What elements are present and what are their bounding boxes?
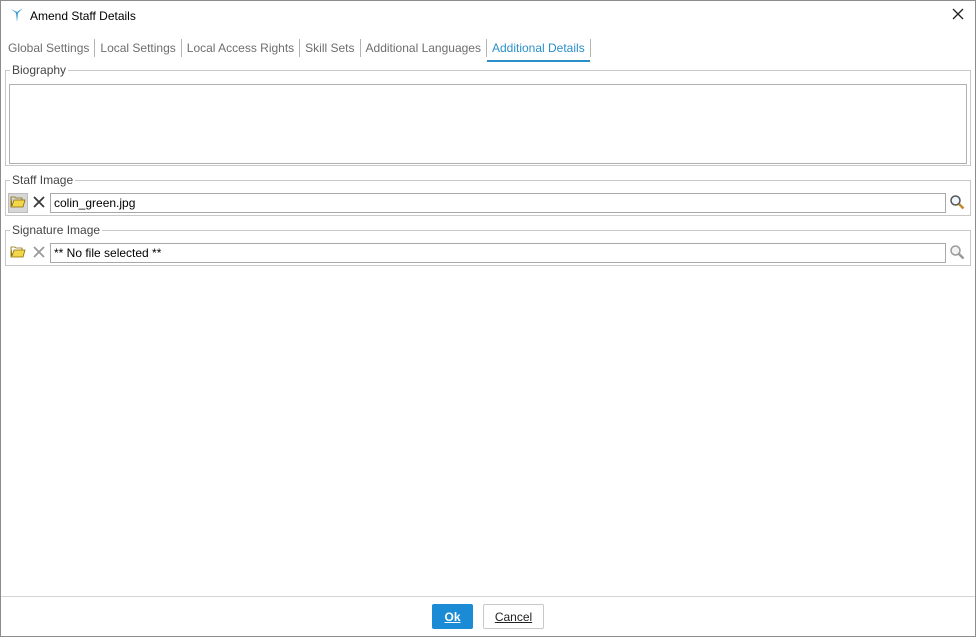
staff-image-preview-button[interactable] [946, 193, 968, 213]
window-title: Amend Staff Details [30, 9, 136, 23]
signature-image-group: Signature Image ** No file selected ** [5, 223, 971, 266]
tab-skill-sets[interactable]: Skill Sets [300, 37, 359, 59]
close-button[interactable] [945, 3, 971, 27]
staff-image-group: Staff Image colin_green.jpg [5, 173, 971, 216]
cancel-button-label: Cancel [494, 609, 533, 624]
tab-local-access-rights[interactable]: Local Access Rights [182, 37, 299, 59]
tab-additional-languages[interactable]: Additional Languages [361, 37, 486, 59]
signature-image-legend: Signature Image [10, 223, 103, 237]
open-folder-icon [10, 195, 26, 212]
search-icon [949, 244, 965, 263]
search-icon [949, 194, 965, 213]
staff-image-browse-button[interactable] [8, 193, 28, 213]
staff-image-row: colin_green.jpg [8, 193, 968, 213]
ok-button[interactable]: Ok [432, 604, 473, 629]
biography-legend: Biography [10, 63, 69, 77]
close-icon [952, 8, 964, 23]
tab-bar: Global Settings Local Settings Local Acc… [1, 35, 975, 62]
biography-textarea[interactable] [9, 84, 967, 164]
staff-image-clear-button[interactable] [29, 193, 49, 213]
signature-image-filename[interactable]: ** No file selected ** [50, 243, 946, 263]
signature-image-preview-button[interactable] [946, 243, 968, 263]
tab-local-settings[interactable]: Local Settings [95, 37, 180, 59]
title-bar: Amend Staff Details [1, 1, 975, 31]
signature-image-browse-button[interactable] [8, 243, 28, 263]
staff-image-legend: Staff Image [10, 173, 76, 187]
tab-separator [589, 39, 591, 57]
cancel-button[interactable]: Cancel [483, 604, 544, 629]
signature-image-clear-button[interactable] [29, 243, 49, 263]
clear-x-icon [32, 245, 46, 262]
signature-image-row: ** No file selected ** [8, 243, 968, 263]
footer-divider [1, 596, 975, 597]
tab-global-settings[interactable]: Global Settings [3, 37, 94, 59]
open-folder-icon [10, 245, 26, 262]
biography-group: Biography [5, 63, 971, 166]
dialog-window: Amend Staff Details Global Settings Loca… [0, 0, 976, 637]
app-logo-icon [10, 7, 24, 23]
clear-x-icon [32, 195, 46, 212]
staff-image-filename[interactable]: colin_green.jpg [50, 193, 946, 213]
tab-additional-details[interactable]: Additional Details [486, 37, 590, 62]
